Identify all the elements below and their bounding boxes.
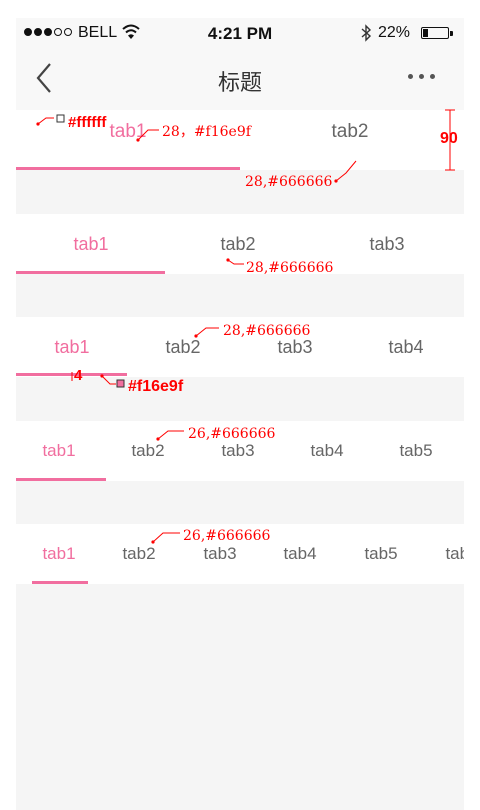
- annotation-inactive-spec-3: 28,#666666: [223, 323, 311, 339]
- phone-screen: BELL 4:21 PM 22% 标题 tab1 tab2 tab1 tab2 tab…: [16, 18, 464, 810]
- annotation-active-spec: 28，#f16e9f: [162, 124, 251, 140]
- annotation-height: 90: [440, 130, 458, 147]
- annotation-bg-color: #ffffff: [68, 114, 107, 131]
- annotation-inactive-spec-2: 28,#666666: [246, 260, 334, 276]
- annotation-indicator-height: 4: [74, 367, 83, 384]
- annotation-indicator-color: #f16e9f: [128, 378, 184, 395]
- annotation-inactive-spec-5: 26,#666666: [183, 528, 271, 544]
- annotation-inactive-spec-4: 26,#666666: [188, 426, 276, 442]
- annotation-inactive-spec-1: 28,#666666: [245, 174, 333, 190]
